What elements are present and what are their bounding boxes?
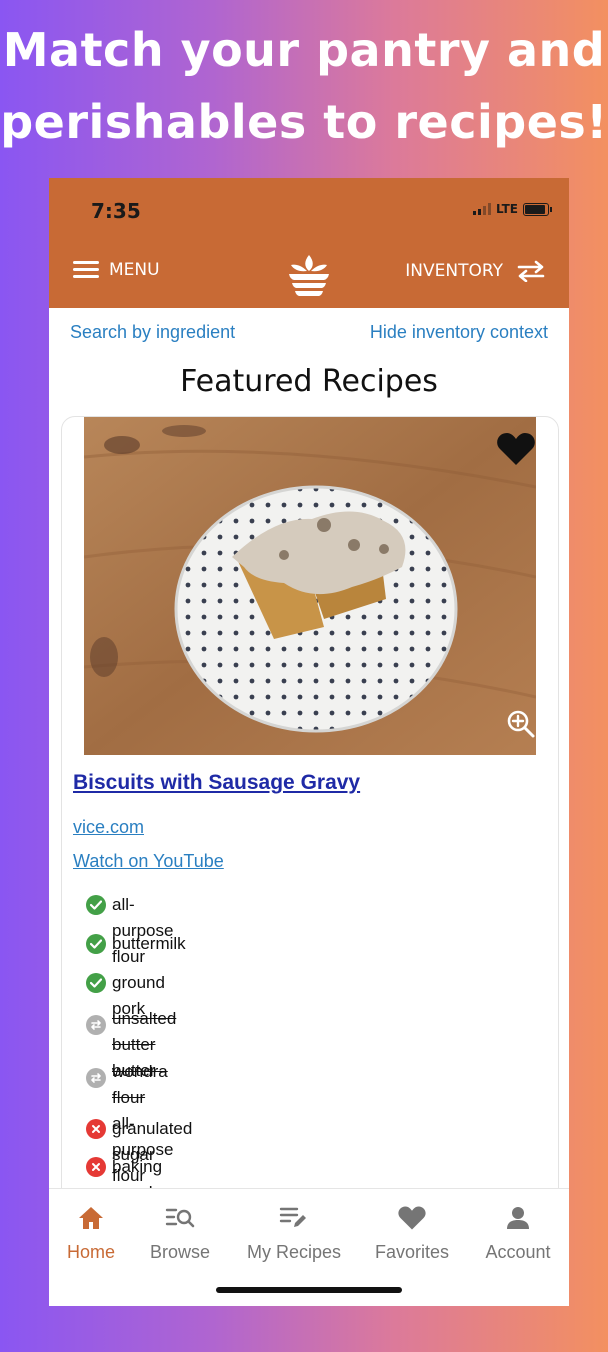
home-indicator[interactable] bbox=[216, 1287, 402, 1293]
hide-inventory-context-link[interactable]: Hide inventory context bbox=[370, 322, 548, 343]
section-title: Featured Recipes bbox=[180, 364, 438, 399]
phone-screen: 7:35 LTE MENU INVENTORY Search by ingred… bbox=[49, 178, 569, 1306]
x-circle-icon bbox=[86, 1119, 106, 1139]
browse-icon bbox=[165, 1208, 195, 1228]
swap-circle-icon bbox=[86, 1015, 106, 1035]
promo-headline-line-2: perishables to recipes! bbox=[0, 95, 608, 149]
recipe-photo[interactable] bbox=[84, 417, 536, 755]
inventory-button[interactable]: INVENTORY bbox=[405, 260, 545, 282]
tab-home[interactable]: Home bbox=[61, 1203, 121, 1263]
recipe-card[interactable]: Biscuits with Sausage Gravy vice.com Wat… bbox=[61, 416, 559, 1306]
inventory-label: INVENTORY bbox=[405, 261, 503, 281]
promo-headline-line-1: Match your pantry and bbox=[2, 23, 606, 77]
x-circle-icon bbox=[86, 1157, 106, 1177]
check-circle-icon bbox=[86, 973, 106, 993]
tab-browse[interactable]: Browse bbox=[145, 1203, 215, 1263]
promo-headline: Match your pantry and perishables to rec… bbox=[0, 14, 608, 158]
menu-button[interactable]: MENU bbox=[73, 260, 160, 280]
hamburger-icon bbox=[73, 261, 99, 279]
status-time: 7:35 bbox=[91, 199, 141, 223]
account-icon bbox=[507, 1207, 529, 1229]
signal-icon bbox=[472, 203, 491, 215]
recipe-title-link[interactable]: Biscuits with Sausage Gravy bbox=[73, 771, 360, 795]
tab-label: Favorites bbox=[374, 1242, 450, 1262]
heart-icon bbox=[398, 1206, 426, 1230]
check-circle-icon bbox=[86, 934, 106, 954]
favorite-heart-icon[interactable] bbox=[496, 431, 536, 467]
tab-my-recipes[interactable]: My Recipes bbox=[239, 1203, 349, 1263]
ingredient-item: buttermilk bbox=[86, 934, 186, 957]
tab-label: Browse bbox=[149, 1242, 211, 1262]
tab-account[interactable]: Account bbox=[479, 1203, 557, 1263]
swap-arrows-icon bbox=[517, 260, 545, 282]
context-links: Search by ingredient Hide inventory cont… bbox=[70, 322, 548, 343]
my-recipes-icon bbox=[279, 1207, 306, 1227]
original-ingredient-name: unsalted butter bbox=[112, 1009, 177, 1054]
check-circle-icon bbox=[86, 895, 106, 915]
tab-label: Account bbox=[485, 1242, 551, 1262]
home-icon bbox=[79, 1207, 103, 1229]
app-logo-icon[interactable] bbox=[285, 252, 333, 298]
zoom-in-icon[interactable] bbox=[506, 709, 536, 739]
tab-label: Home bbox=[66, 1242, 115, 1262]
recipe-photo-image bbox=[84, 417, 536, 755]
tab-favorites[interactable]: Favorites bbox=[369, 1203, 455, 1263]
swap-circle-icon bbox=[86, 1068, 106, 1088]
ingredient-name: buttermilk bbox=[112, 934, 186, 953]
watch-on-youtube-link[interactable]: Watch on YouTube bbox=[73, 851, 224, 872]
search-by-ingredient-link[interactable]: Search by ingredient bbox=[70, 322, 235, 343]
tab-label: My Recipes bbox=[246, 1242, 342, 1262]
app-header: 7:35 LTE MENU INVENTORY bbox=[49, 178, 569, 308]
status-indicators: LTE bbox=[472, 202, 552, 216]
battery-icon bbox=[523, 202, 552, 216]
menu-label: MENU bbox=[109, 260, 160, 280]
recipe-source-link[interactable]: vice.com bbox=[73, 817, 144, 838]
network-label: LTE bbox=[495, 202, 518, 216]
original-ingredient-name: wondra flour bbox=[112, 1062, 168, 1107]
